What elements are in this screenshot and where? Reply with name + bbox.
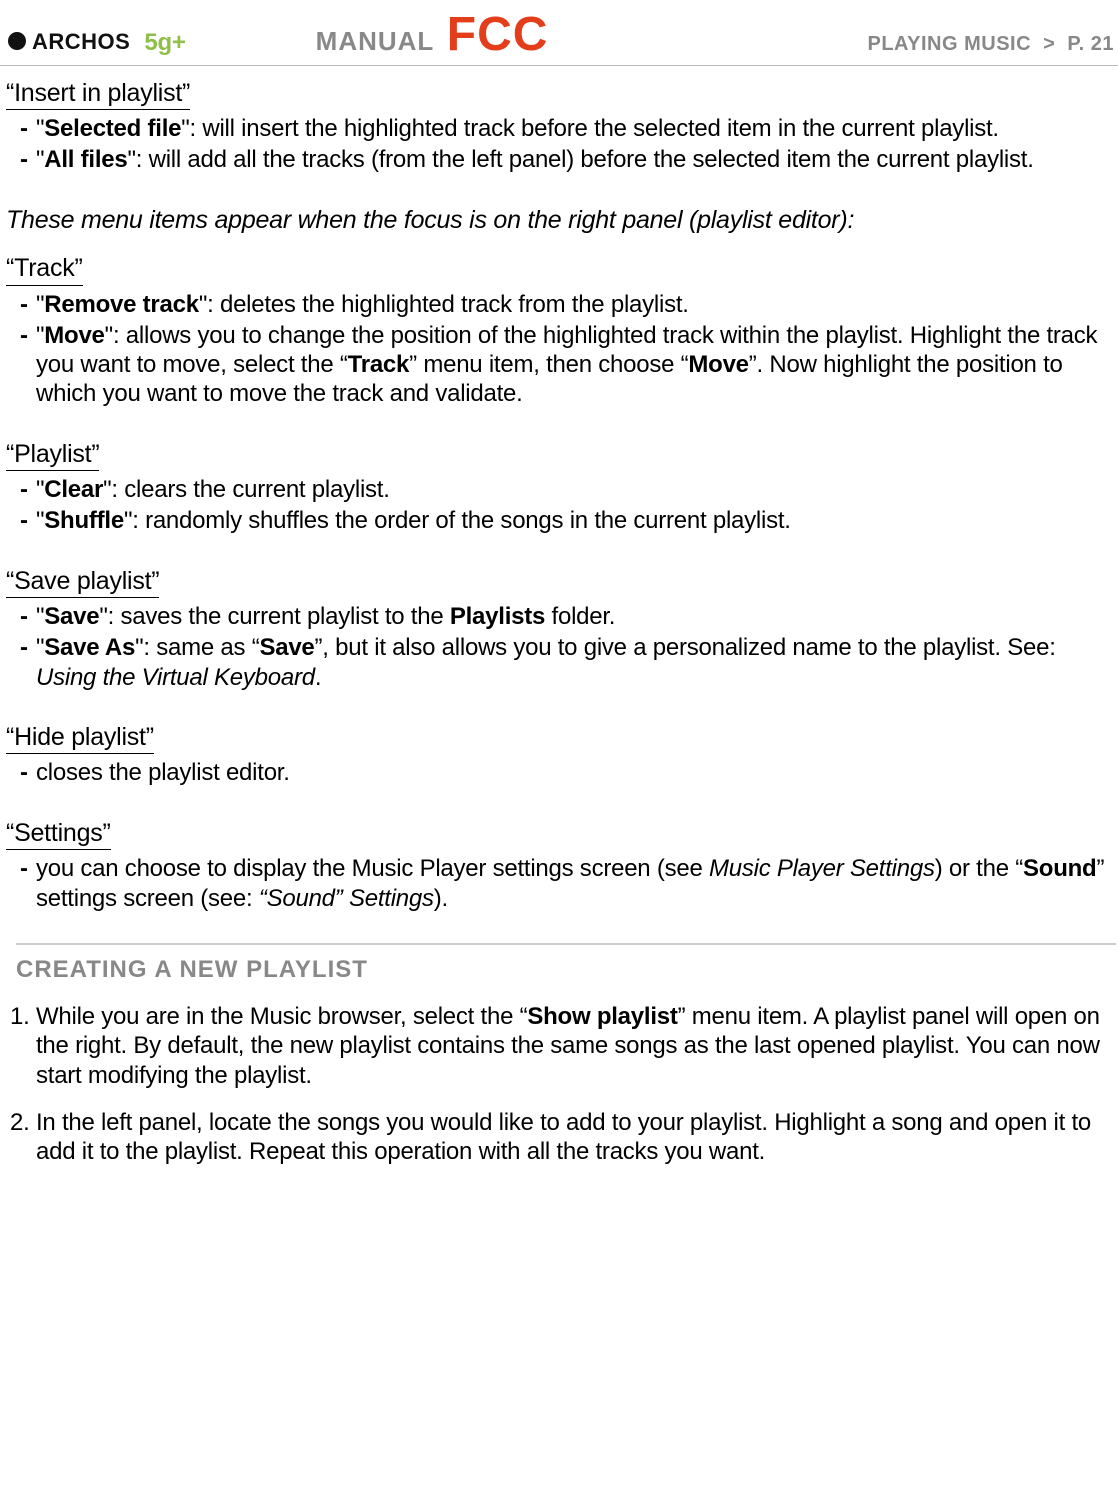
term: Remove track — [44, 291, 199, 318]
italic: Using the Virtual Keyboard — [36, 664, 315, 691]
list-item: "Selected file": will insert the highlig… — [36, 114, 1116, 143]
list-item: "All files": will add all the tracks (fr… — [36, 145, 1116, 174]
list-item: "Shuffle": randomly shuffles the order o… — [36, 506, 1116, 535]
section-label: PLAYING MUSIC — [868, 33, 1032, 55]
brand-wordmark: ARCHOS — [32, 29, 130, 56]
brand-logo: ARCHOS — [8, 29, 130, 56]
page-content: “Insert in playlist” "Selected file": wi… — [0, 66, 1118, 1167]
section-save-playlist: “Save playlist” — [6, 566, 159, 599]
term: Selected file — [44, 115, 181, 142]
term: Clear — [44, 476, 103, 503]
page-number: P. 21 — [1067, 33, 1114, 55]
list-settings: you can choose to display the Music Play… — [6, 854, 1116, 913]
section-track: “Track” — [6, 253, 83, 286]
step-item: While you are in the Music browser, sele… — [36, 1002, 1116, 1090]
desc: : randomly shuffles the order of the son… — [132, 507, 791, 534]
brand-model: 5g+ — [144, 28, 185, 57]
desc-pre: you can choose to display the Music Play… — [36, 855, 709, 882]
list-save-playlist: "Save": saves the current playlist to th… — [6, 602, 1116, 692]
list-item: closes the playlist editor. — [36, 758, 1116, 787]
section-insert-in-playlist: “Insert in playlist” — [6, 78, 190, 111]
list-item: "Move": allows you to change the positio… — [36, 321, 1116, 409]
list-item: "Clear": clears the current playlist. — [36, 475, 1116, 504]
step-text: In the left panel, locate the songs you … — [36, 1109, 1091, 1165]
brand-dot-icon — [8, 32, 26, 50]
bold: Show playlist — [527, 1003, 677, 1030]
bold: Move — [688, 351, 748, 378]
bold: Sound — [1023, 855, 1096, 882]
term: Save As — [44, 634, 135, 661]
focus-note: These menu items appear when the focus i… — [6, 205, 1116, 236]
desc: : clears the current playlist. — [111, 476, 389, 503]
breadcrumb-separator: > — [1043, 33, 1055, 55]
list-insert-in-playlist: "Selected file": will insert the highlig… — [6, 114, 1116, 175]
desc-pre: : same as “ — [143, 634, 259, 661]
section-playlist: “Playlist” — [6, 439, 99, 472]
list-playlist: "Clear": clears the current playlist. "S… — [6, 475, 1116, 536]
desc-mid: ” menu item, then choose “ — [409, 351, 688, 378]
italic: “Sound” Settings — [259, 885, 434, 912]
italic: Music Player Settings — [709, 855, 935, 882]
section-settings: “Settings” — [6, 818, 111, 851]
list-item: "Save As": same as “Save”, but it also a… — [36, 633, 1116, 692]
page-header: ARCHOS 5g+ MANUAL FCC PLAYING MUSIC > P.… — [0, 0, 1118, 66]
desc: closes the playlist editor. — [36, 759, 290, 786]
desc-mid: ”, but it also allows you to give a pers… — [315, 634, 1056, 661]
bold: Playlists — [450, 603, 545, 630]
desc-pre: : saves the current playlist to the — [108, 603, 450, 630]
section-hide-playlist: “Hide playlist” — [6, 722, 154, 755]
list-item: "Save": saves the current playlist to th… — [36, 602, 1116, 631]
desc-post: ). — [434, 885, 448, 912]
list-item: you can choose to display the Music Play… — [36, 854, 1116, 913]
desc-post: folder. — [545, 603, 615, 630]
list-item: "Remove track": deletes the highlighted … — [36, 290, 1116, 319]
header-right: PLAYING MUSIC > P. 21 — [868, 32, 1115, 56]
desc-post: . — [315, 664, 321, 691]
list-track: "Remove track": deletes the highlighted … — [6, 290, 1116, 409]
header-center: MANUAL FCC — [186, 6, 868, 65]
desc-mid: ) or the “ — [935, 855, 1023, 882]
desc: : deletes the highlighted track from the… — [207, 291, 689, 318]
subheader-creating-playlist: CREATING A NEW PLAYLIST — [16, 943, 1116, 984]
term: Save — [44, 603, 99, 630]
manual-label: MANUAL — [316, 26, 435, 56]
term: Shuffle — [44, 507, 124, 534]
bold: Track — [348, 351, 410, 378]
steps-list: While you are in the Music browser, sele… — [6, 1002, 1116, 1166]
desc: : will insert the highlighted track befo… — [190, 115, 999, 142]
desc: : will add all the tracks (from the left… — [136, 146, 1034, 173]
list-hide-playlist: closes the playlist editor. — [6, 758, 1116, 787]
fcc-label: FCC — [447, 8, 549, 61]
step-item: In the left panel, locate the songs you … — [36, 1108, 1116, 1167]
term: Move — [44, 322, 104, 349]
step-pre: While you are in the Music browser, sele… — [36, 1003, 527, 1030]
term: All files — [44, 146, 127, 173]
bold: Save — [259, 634, 314, 661]
